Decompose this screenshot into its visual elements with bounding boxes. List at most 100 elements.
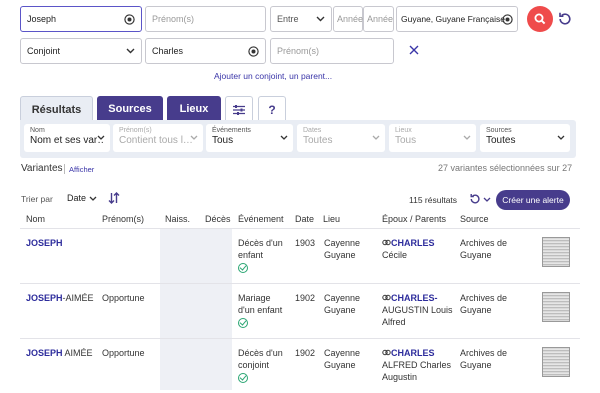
relation-firstname-placeholder: Prénom(s): [277, 46, 320, 56]
row-spouse: CHARLES- AUGUSTIN Louis Alfred: [382, 293, 453, 327]
tab-help[interactable]: ?: [258, 96, 286, 122]
chevron-down-icon: [97, 135, 105, 140]
chevron-down-icon: [463, 135, 471, 140]
relation-name-field[interactable]: Charles: [145, 38, 266, 64]
check-icon: [238, 373, 248, 383]
surname-value: Joseph: [27, 14, 57, 24]
relation-firstname-field[interactable]: Prénom(s): [270, 38, 394, 64]
tab-filters[interactable]: [225, 96, 253, 122]
period-label: Entre: [277, 14, 299, 24]
row-event: Décès d'un conjoint: [238, 347, 283, 386]
document-thumbnail[interactable]: [542, 292, 570, 322]
place-field[interactable]: Guyane, Guyane Française: [396, 6, 518, 32]
sort-order-icon[interactable]: [108, 192, 120, 204]
history-icon: [470, 194, 480, 204]
chevron-down-icon: [126, 48, 135, 54]
surname-field[interactable]: Joseph: [20, 6, 142, 32]
reset-icon[interactable]: [557, 11, 573, 27]
year-from-placeholder: Année: [337, 14, 364, 24]
search-icon: [534, 13, 546, 25]
filter-sources[interactable]: Sources Toutes: [480, 124, 570, 152]
create-alert-button[interactable]: Créer une alerte: [496, 190, 570, 210]
row-firstnames: Opportune: [102, 348, 145, 358]
chevron-down-icon: [557, 135, 565, 140]
tab-sources[interactable]: Sources: [97, 96, 163, 122]
row-place: Cayenne Guyane: [324, 293, 361, 315]
row-event: Décès d'un enfant: [238, 237, 283, 276]
result-count: 115 résultats: [409, 195, 458, 205]
close-icon[interactable]: [409, 45, 419, 55]
row-date: 1902: [295, 348, 316, 358]
col-firstnames: Prénom(s): [102, 214, 145, 224]
clear-icon[interactable]: [124, 14, 135, 25]
col-death: Décès: [205, 214, 231, 224]
filter-places[interactable]: Lieux Tous: [389, 124, 476, 152]
document-thumbnail[interactable]: [542, 237, 570, 267]
sliders-icon: [233, 104, 245, 115]
row-source: Archives de Guyane: [460, 293, 508, 315]
period-select[interactable]: Entre: [270, 6, 332, 32]
chevron-down-icon: [483, 197, 491, 202]
filter-events[interactable]: Événements Tous: [206, 124, 293, 152]
col-event: Événement: [238, 214, 284, 224]
clear-icon[interactable]: [502, 14, 513, 25]
year-to-field[interactable]: Année: [363, 6, 394, 32]
history-menu[interactable]: [469, 193, 491, 205]
row-source: Archives de Guyane: [460, 348, 508, 370]
search-button[interactable]: [527, 6, 553, 32]
firstname-field[interactable]: Prénom(s): [145, 6, 266, 32]
table-row[interactable]: JOSEPH AIMÉE Opportune Décès d'un conjoin…: [20, 338, 580, 393]
table-row[interactable]: JOSEPH Décès d'un enfant 1903 Cayenne Guya…: [20, 228, 580, 283]
row-spouse: CHARLES ALFRED Charles Augustin: [382, 348, 452, 382]
col-place: Lieu: [323, 214, 341, 224]
row-firstnames: Opportune: [102, 293, 145, 303]
row-name[interactable]: JOSEPH: [26, 348, 63, 358]
chevron-down-icon: [280, 135, 288, 140]
couple-icon: [382, 349, 391, 356]
document-thumbnail[interactable]: [542, 347, 570, 377]
relation-select[interactable]: Conjoint: [20, 38, 142, 64]
variants-summary: 27 variantes sélectionnées sur 27: [438, 163, 573, 173]
relation-name-value: Charles: [152, 46, 184, 56]
year-to-placeholder: Année: [367, 14, 394, 24]
tab-places[interactable]: Lieux: [167, 96, 221, 122]
row-name[interactable]: JOSEPH: [26, 238, 63, 248]
couple-icon: [382, 294, 391, 301]
row-place: Cayenne Guyane: [324, 348, 361, 370]
place-value: Guyane, Guyane Française: [401, 14, 505, 24]
row-source: Archives de Guyane: [460, 238, 508, 260]
col-birth: Naiss.: [165, 214, 191, 224]
variants-divider: [64, 164, 65, 174]
variants-label: Variantes: [21, 163, 63, 174]
filter-dates[interactable]: Dates Toutes: [297, 124, 385, 152]
row-event: Mariage d'un enfant: [238, 292, 282, 331]
col-name: Nom: [26, 214, 46, 224]
tab-results[interactable]: Résultats: [20, 96, 93, 122]
sort-label: Trier par: [21, 194, 53, 204]
chevron-down-icon: [190, 135, 198, 140]
sort-select[interactable]: Date: [67, 193, 97, 203]
firstname-placeholder: Prénom(s): [152, 14, 195, 24]
col-date: Date: [295, 214, 315, 224]
chevron-down-icon: [316, 16, 325, 22]
check-icon: [238, 263, 248, 273]
clear-icon[interactable]: [248, 46, 259, 57]
relation-value: Conjoint: [27, 46, 61, 56]
year-from-field[interactable]: Année: [333, 6, 363, 32]
col-spouse: Époux / Parents: [382, 214, 447, 224]
row-place: Cayenne Guyane: [324, 238, 361, 260]
row-spouse: CHARLES Cécile: [382, 238, 435, 260]
chevron-down-icon: [89, 196, 97, 201]
filter-bar: Nom Nom et ses var… Prénom(s) Contient t…: [20, 120, 576, 158]
filter-firstname[interactable]: Prénom(s) Contient tous l…: [113, 124, 203, 152]
couple-icon: [382, 239, 391, 246]
row-date: 1902: [295, 293, 316, 303]
table-row[interactable]: JOSEPH-AIMÉE Opportune Mariage d'un enfan…: [20, 283, 580, 338]
col-source: Source: [460, 214, 489, 224]
variants-show-link[interactable]: Afficher: [69, 165, 94, 174]
chevron-down-icon: [372, 135, 380, 140]
filter-name[interactable]: Nom Nom et ses var…: [24, 124, 110, 152]
add-relation-link[interactable]: Ajouter un conjoint, un parent...: [214, 71, 332, 81]
row-date: 1903: [295, 238, 316, 248]
row-name[interactable]: JOSEPH: [26, 293, 63, 303]
